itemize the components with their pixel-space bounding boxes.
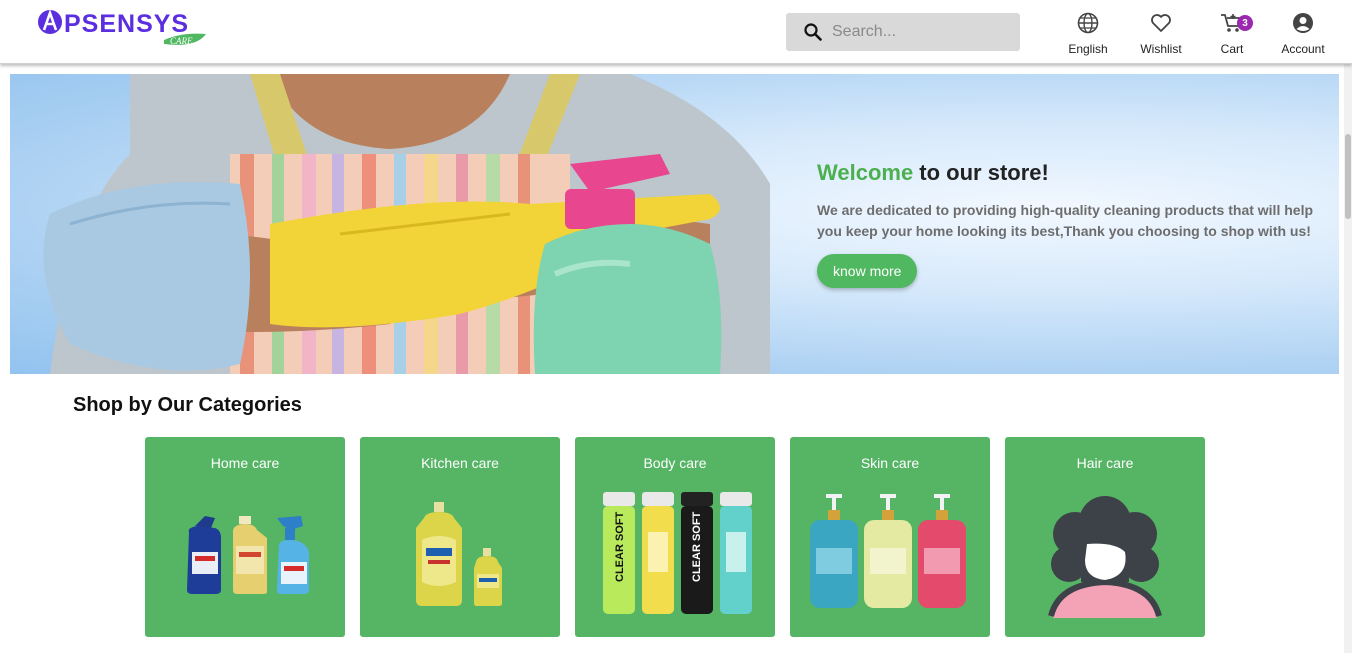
- page-scrollbar[interactable]: [1344, 64, 1352, 653]
- wishlist-link[interactable]: Wishlist: [1121, 10, 1201, 56]
- heart-icon: [1151, 14, 1171, 32]
- cart-label: Cart: [1220, 42, 1244, 56]
- hair-care-avatar-image: [1048, 496, 1162, 618]
- hero-title-accent: Welcome: [817, 160, 914, 185]
- skin-care-products-image: [810, 494, 966, 608]
- category-card-kitchen-care[interactable]: Kitchen care: [360, 437, 560, 637]
- cart-count-badge: 3: [1237, 15, 1253, 31]
- svg-text:PSENSYS: PSENSYS: [64, 10, 189, 38]
- scrollbar-thumb[interactable]: [1345, 134, 1351, 219]
- cleaning-woman-image: [43, 74, 770, 374]
- know-more-button[interactable]: know more: [817, 254, 918, 288]
- category-label: Skin care: [860, 455, 920, 471]
- category-label: Home care: [210, 455, 280, 471]
- search-icon[interactable]: [804, 23, 822, 41]
- hero-banner: Welcome to our store! We are dedicated t…: [10, 74, 1339, 374]
- language-selector[interactable]: English: [1048, 10, 1128, 56]
- category-label: Hair care: [1076, 455, 1134, 471]
- kitchen-care-products-image: [416, 502, 502, 606]
- hero-description: We are dedicated to providing high-quali…: [817, 202, 1314, 239]
- category-card-home-care[interactable]: Home care: [145, 437, 345, 637]
- category-card-body-care[interactable]: Body care CLEAR SOFT CLEAR SOFT: [575, 437, 775, 637]
- body-care-products-image: CLEAR SOFT CLEAR SOFT: [603, 492, 752, 614]
- account-label: Account: [1281, 42, 1325, 56]
- cart-link[interactable]: 3 Cart: [1192, 10, 1272, 56]
- category-card-skin-care[interactable]: Skin care: [790, 437, 990, 637]
- account-link[interactable]: Account: [1263, 10, 1343, 56]
- category-label: Kitchen care: [421, 455, 499, 471]
- hero-text: Welcome to our store! We are dedicated t…: [817, 160, 1332, 288]
- home-care-products-image: [187, 516, 309, 594]
- hero-title: Welcome to our store!: [817, 160, 1332, 186]
- svg-text:CARE: CARE: [170, 36, 193, 46]
- categories-heading: Shop by Our Categories: [73, 394, 302, 416]
- search-bar[interactable]: [786, 13, 1020, 51]
- svg-text:CLEAR SOFT: CLEAR SOFT: [691, 511, 703, 582]
- site-header: PSENSYS CARE English Wishlist: [0, 0, 1352, 64]
- wishlist-label: Wishlist: [1140, 42, 1182, 56]
- language-label: English: [1068, 42, 1108, 56]
- category-card-hair-care[interactable]: Hair care: [1005, 437, 1205, 637]
- account-icon: [1293, 13, 1313, 33]
- brand-logo[interactable]: PSENSYS CARE: [36, 6, 211, 50]
- hero-title-rest: to our store!: [913, 160, 1049, 185]
- search-input[interactable]: [832, 23, 1012, 41]
- category-label: Body care: [643, 455, 707, 471]
- svg-text:CLEAR SOFT: CLEAR SOFT: [614, 511, 626, 582]
- globe-icon: [1077, 12, 1099, 34]
